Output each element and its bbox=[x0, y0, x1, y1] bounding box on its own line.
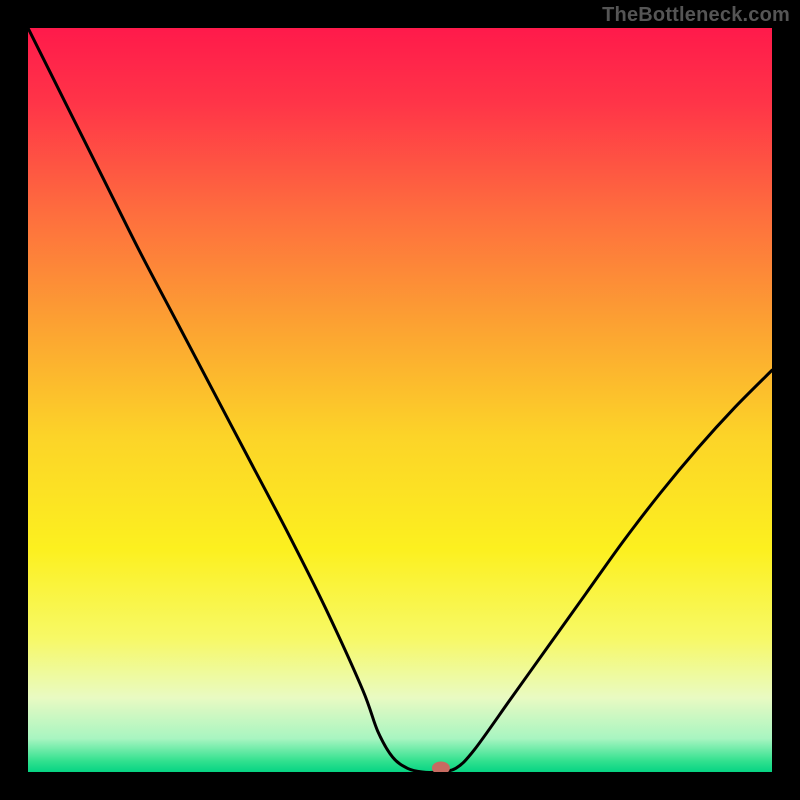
chart-frame: TheBottleneck.com bbox=[0, 0, 800, 800]
watermark-text: TheBottleneck.com bbox=[602, 4, 790, 27]
gradient-background bbox=[28, 28, 772, 772]
plot-area bbox=[28, 28, 772, 772]
chart-svg bbox=[28, 28, 772, 772]
